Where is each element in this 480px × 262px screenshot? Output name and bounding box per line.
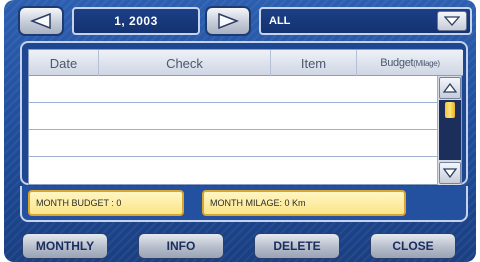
column-header-date: Date <box>29 50 99 76</box>
table-row[interactable] <box>29 76 439 103</box>
table-row[interactable] <box>29 130 439 157</box>
scroll-down-button[interactable] <box>439 162 461 184</box>
table-body <box>29 76 439 184</box>
monthly-button[interactable]: MONTHLY <box>22 233 108 259</box>
filter-select[interactable]: ALL <box>259 7 472 35</box>
right-triangle-icon <box>218 13 239 29</box>
prev-month-button[interactable] <box>18 6 64 36</box>
next-month-button[interactable] <box>205 6 251 36</box>
column-header-budget: Budget (Milage) <box>357 50 463 76</box>
month-milage-box: MONTH MILAGE: 0 Km <box>202 190 406 216</box>
records-table: Date Check Item Budget (Milage) <box>28 49 463 185</box>
summary-bar: MONTH BUDGET : 0 MONTH MILAGE: 0 Km <box>20 186 468 222</box>
delete-button[interactable]: DELETE <box>254 233 340 259</box>
column-header-item: Item <box>271 50 357 76</box>
table-scrollbar[interactable] <box>437 76 461 185</box>
budget-header-suffix: (Milage) <box>413 58 440 68</box>
scroll-track[interactable] <box>439 100 461 160</box>
scroll-up-button[interactable] <box>439 77 461 99</box>
month-value: 1, 2003 <box>114 14 158 28</box>
table-row[interactable] <box>29 157 439 184</box>
app-window: 1, 2003 ALL Date Check Item Budget (Milag… <box>4 0 476 262</box>
table-header: Date Check Item Budget (Milage) <box>29 50 463 76</box>
month-display: 1, 2003 <box>72 7 200 35</box>
scroll-thumb[interactable] <box>445 102 455 118</box>
table-row[interactable] <box>29 103 439 130</box>
close-button[interactable]: CLOSE <box>370 233 456 259</box>
month-budget-box: MONTH BUDGET : 0 <box>28 190 184 216</box>
chevron-down-icon <box>444 16 460 26</box>
column-header-check: Check <box>99 50 271 76</box>
left-triangle-icon <box>30 13 51 29</box>
records-panel: Date Check Item Budget (Milage) <box>20 41 468 185</box>
filter-dropdown-button[interactable] <box>437 11 467 31</box>
budget-header-label: Budget <box>380 57 414 69</box>
month-milage-label: MONTH MILAGE: 0 Km <box>210 198 306 208</box>
month-budget-label: MONTH BUDGET : 0 <box>36 198 122 208</box>
scroll-down-icon <box>443 168 457 178</box>
info-button[interactable]: INFO <box>138 233 224 259</box>
filter-value: ALL <box>269 15 291 27</box>
scroll-up-icon <box>443 83 457 93</box>
